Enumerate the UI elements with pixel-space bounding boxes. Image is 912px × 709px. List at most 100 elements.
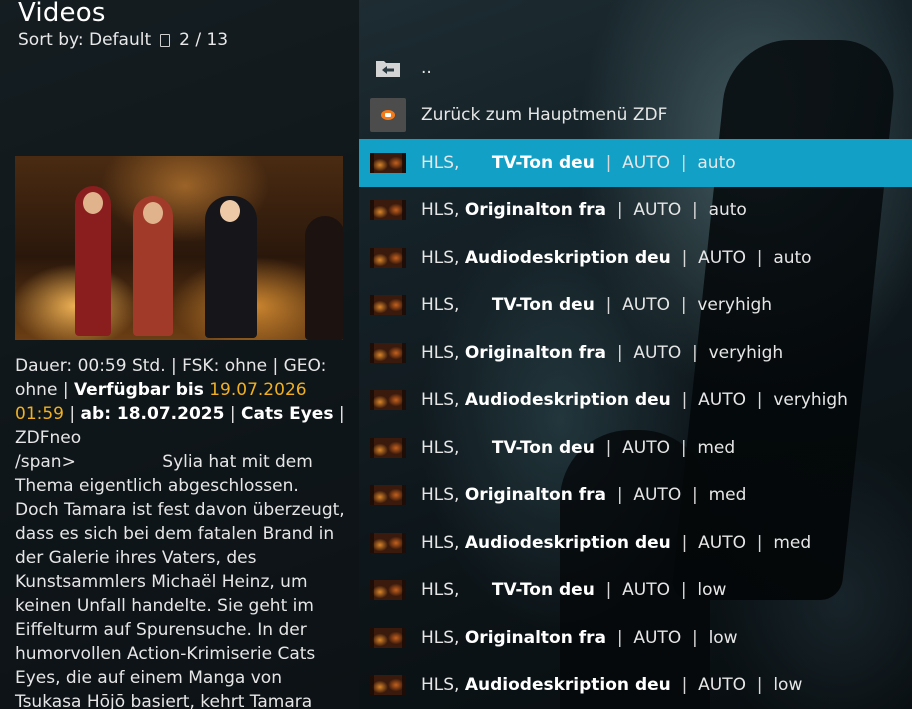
stream-audio: TV-Ton deu xyxy=(491,295,595,316)
stream-resolution: AUTO xyxy=(622,295,671,316)
sort-label[interactable]: Sort by: Default xyxy=(18,30,151,50)
stream-quality: low xyxy=(708,627,738,648)
stream-audio: Audiodeskription deu xyxy=(464,675,671,696)
stream-list: .. Zurück zum Hauptmenü ZDF HLS, TV-Ton … xyxy=(359,44,912,709)
video-thumbnail-icon xyxy=(370,437,406,458)
video-thumbnail-icon xyxy=(370,342,406,363)
stream-resolution: AUTO xyxy=(698,675,746,696)
video-thumbnail-icon xyxy=(370,532,406,553)
stream-item-label: HLS, TV-Ton deu | AUTO | veryhigh xyxy=(421,295,772,315)
stream-protocol: HLS, xyxy=(421,200,460,221)
stream-protocol: HLS, xyxy=(421,627,460,648)
stream-protocol: HLS, xyxy=(421,580,460,601)
series-name: Cats Eyes xyxy=(241,404,334,424)
list-item-label: Zurück zum Hauptmenü ZDF xyxy=(421,105,668,126)
page-title: Videos xyxy=(18,0,106,28)
stream-resolution: AUTO xyxy=(698,532,746,553)
video-metadata: Dauer: 00:59 Std. | FSK: ohne | GEO: ohn… xyxy=(15,356,345,448)
stream-item-label: HLS, Originalton fra | AUTO | med xyxy=(421,485,746,505)
stream-protocol: HLS, xyxy=(421,485,460,506)
stream-item-label: HLS, Audiodeskription deu | AUTO | low xyxy=(421,675,802,695)
stream-quality: med xyxy=(697,437,736,458)
stream-protocol: HLS, xyxy=(421,152,460,173)
stream-resolution: AUTO xyxy=(698,247,746,268)
stream-item[interactable]: HLS, TV-Ton deu | AUTO | low xyxy=(359,567,912,615)
stream-resolution: AUTO xyxy=(622,580,671,601)
stream-quality: auto xyxy=(697,152,736,173)
stream-item[interactable]: HLS, TV-Ton deu | AUTO | med xyxy=(359,424,912,472)
stream-item-label: HLS, Audiodeskription deu | AUTO | veryh… xyxy=(421,390,848,410)
stream-resolution: AUTO xyxy=(622,152,671,173)
stream-audio: Audiodeskription deu xyxy=(464,532,671,553)
stream-item[interactable]: HLS, Originalton fra | AUTO | auto xyxy=(359,187,912,235)
video-thumbnail-icon xyxy=(370,295,406,316)
stream-item[interactable]: HLS, Originalton fra | AUTO | veryhigh xyxy=(359,329,912,377)
stream-resolution: AUTO xyxy=(633,485,682,506)
stream-quality: veryhigh xyxy=(697,295,773,316)
stream-item-label: HLS, Originalton fra | AUTO | veryhigh xyxy=(421,343,783,363)
stream-resolution: AUTO xyxy=(633,200,682,221)
video-thumbnail-icon xyxy=(370,152,406,173)
stream-item-label: HLS, TV-Ton deu | AUTO | med xyxy=(421,438,735,458)
list-item-back-to-main[interactable]: Zurück zum Hauptmenü ZDF xyxy=(359,92,912,140)
stream-quality: med xyxy=(708,485,747,506)
stream-audio: Audiodeskription deu xyxy=(464,247,671,268)
stream-item[interactable]: HLS, Audiodeskription deu | AUTO | med xyxy=(359,519,912,567)
from-date: ab: 18.07.2025 xyxy=(80,404,225,424)
stream-protocol: HLS, xyxy=(421,342,460,363)
stream-item[interactable]: HLS, Originalton fra | AUTO | med xyxy=(359,472,912,520)
stream-audio: Originalton fra xyxy=(464,485,606,506)
stream-quality: veryhigh xyxy=(773,390,848,411)
stream-resolution: AUTO xyxy=(622,437,671,458)
video-thumbnail-icon xyxy=(370,485,406,506)
stream-protocol: HLS, xyxy=(421,390,460,411)
stream-audio: TV-Ton deu xyxy=(491,152,595,173)
stream-audio: Originalton fra xyxy=(464,627,606,648)
stream-protocol: HLS, xyxy=(421,247,460,268)
item-position: 2 / 13 xyxy=(179,30,229,50)
stream-item-label: HLS, Audiodeskription deu | AUTO | med xyxy=(421,533,811,553)
sort-order-icon xyxy=(159,33,171,47)
available-label: Verfügbar bis xyxy=(73,380,204,400)
stream-protocol: HLS, xyxy=(421,437,460,458)
stream-audio: TV-Ton deu xyxy=(491,437,595,458)
stream-resolution: AUTO xyxy=(633,627,682,648)
stream-protocol: HLS, xyxy=(421,675,460,696)
plot-description: /span> Sylia hat mit dem Thema eigentlic… xyxy=(15,450,345,709)
stream-item[interactable]: HLS, Audiodeskription deu | AUTO | low xyxy=(359,662,912,709)
stream-quality: low xyxy=(697,580,727,601)
video-thumbnail xyxy=(15,156,343,340)
list-item-label: .. xyxy=(421,57,432,78)
sort-bar[interactable]: Sort by: Default 2 / 13 xyxy=(18,30,228,50)
stream-quality: auto xyxy=(773,247,812,268)
stream-item-label: HLS, Originalton fra | AUTO | low xyxy=(421,628,738,648)
stream-item-label: HLS, TV-Ton deu | AUTO | auto xyxy=(421,153,736,173)
stream-item[interactable]: HLS, Audiodeskription deu | AUTO | veryh… xyxy=(359,377,912,425)
stream-resolution: AUTO xyxy=(633,342,682,363)
stream-audio: TV-Ton deu xyxy=(491,580,595,601)
video-thumbnail-icon xyxy=(370,247,406,268)
stream-protocol: HLS, xyxy=(421,295,460,316)
stream-quality: auto xyxy=(708,200,747,221)
folder-back-icon xyxy=(376,60,400,77)
video-thumbnail-icon xyxy=(370,200,406,221)
stream-audio: Originalton fra xyxy=(464,200,606,221)
stream-item-label: HLS, TV-Ton deu | AUTO | low xyxy=(421,580,726,600)
stream-item[interactable]: HLS, Audiodeskription deu | AUTO | auto xyxy=(359,234,912,282)
video-thumbnail-icon xyxy=(370,390,406,411)
stream-item-label: HLS, Audiodeskription deu | AUTO | auto xyxy=(421,248,812,268)
stream-quality: low xyxy=(773,675,803,696)
stream-item-label: HLS, Originalton fra | AUTO | auto xyxy=(421,200,747,220)
stream-protocol: HLS, xyxy=(421,532,460,553)
plot-prefix: /span> xyxy=(15,452,76,472)
stream-item[interactable]: HLS, Originalton fra | AUTO | low xyxy=(359,614,912,662)
stream-item[interactable]: HLS, TV-Ton deu | AUTO | veryhigh xyxy=(359,282,912,330)
stream-item[interactable]: HLS, TV-Ton deu | AUTO | auto xyxy=(359,139,912,187)
video-thumbnail-icon xyxy=(370,627,406,648)
video-thumbnail-icon xyxy=(370,580,406,601)
stream-quality: veryhigh xyxy=(708,342,784,363)
list-item-parent[interactable]: .. xyxy=(359,44,912,92)
video-thumbnail-icon xyxy=(370,675,406,696)
stream-audio: Audiodeskription deu xyxy=(464,390,671,411)
channel-name: ZDFneo xyxy=(15,428,82,448)
